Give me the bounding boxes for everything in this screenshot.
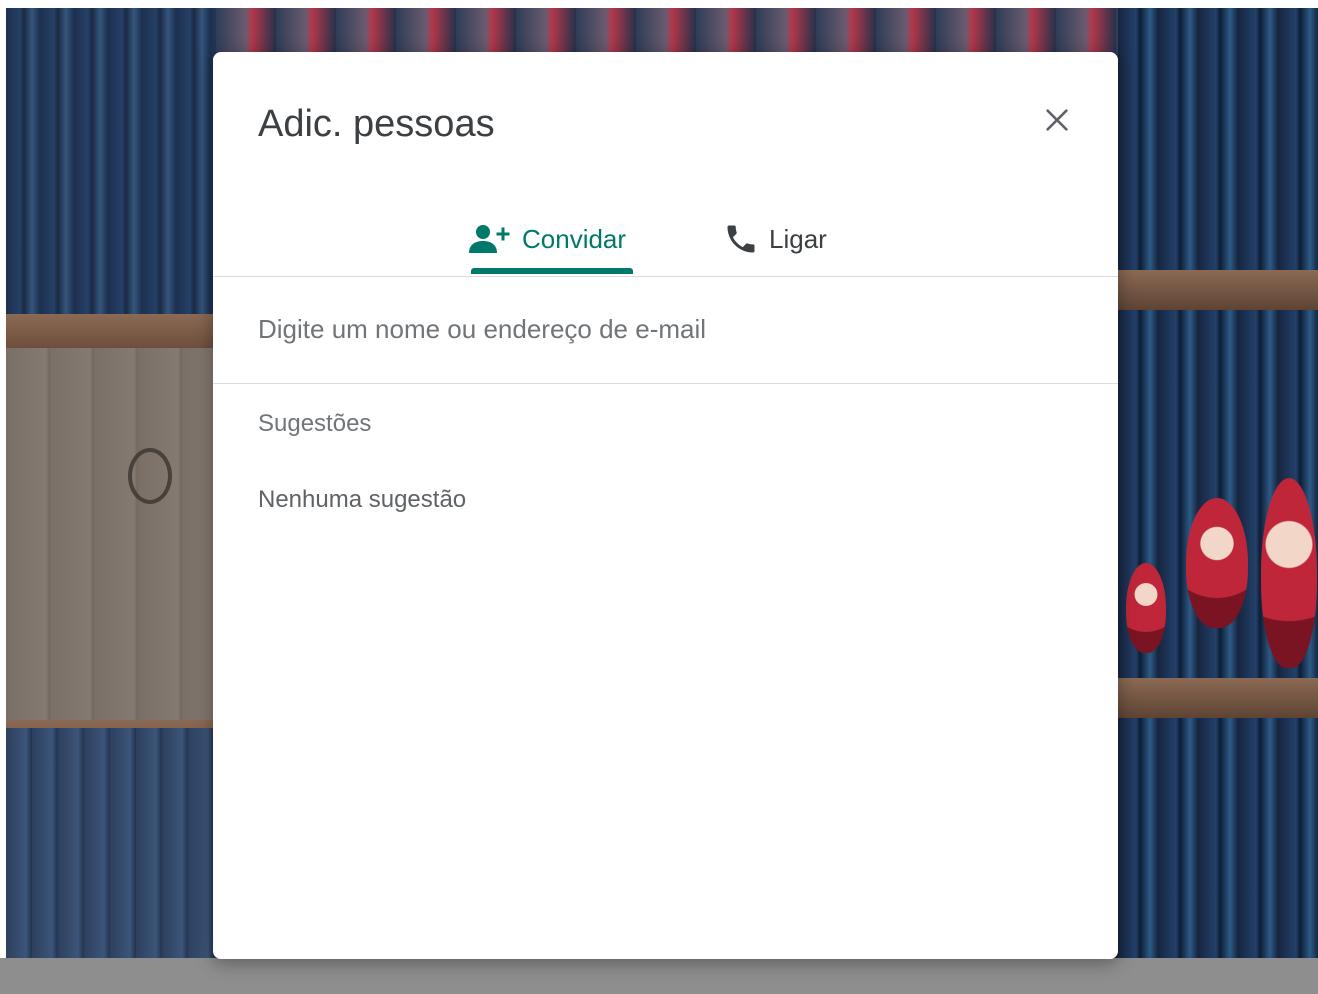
bookshelf-top — [216, 8, 1126, 54]
name-or-email-input[interactable] — [258, 307, 1073, 351]
tab-invite-label: Convidar — [522, 223, 627, 254]
shelf-board — [1118, 678, 1318, 718]
bookshelf-left-lower — [6, 728, 216, 958]
cabinet — [6, 348, 216, 728]
cabinet-knob — [128, 448, 172, 504]
matryoshka-doll — [1261, 478, 1317, 668]
video-call-screen: Adic. pessoas Convidar Ligar Digite um n… — [0, 0, 1318, 994]
add-people-dialog: Adic. pessoas Convidar Ligar Digite um n… — [213, 52, 1118, 959]
person-add-icon — [468, 223, 512, 255]
matryoshka-doll — [1186, 498, 1248, 628]
tab-invite[interactable]: Convidar — [468, 202, 626, 276]
matryoshka-doll — [1126, 563, 1166, 653]
close-icon — [1046, 109, 1068, 131]
close-button[interactable] — [1035, 98, 1079, 142]
suggestions-heading: Sugestões — [258, 410, 372, 437]
call-controls-bar — [0, 958, 1318, 994]
tab-active-indicator — [471, 268, 633, 274]
phone-icon — [723, 221, 759, 257]
tab-call-label: Ligar — [769, 223, 827, 254]
tab-bar: Convidar Ligar — [213, 202, 1118, 277]
no-suggestions-text: Nenhuma sugestão — [258, 486, 467, 513]
shelf-board — [6, 314, 216, 348]
tab-call[interactable]: Ligar — [723, 202, 827, 276]
search-row — [213, 277, 1118, 384]
shelf-board — [1118, 270, 1318, 310]
page-margin-top — [0, 0, 1318, 8]
dialog-title: Adic. pessoas — [258, 103, 495, 145]
